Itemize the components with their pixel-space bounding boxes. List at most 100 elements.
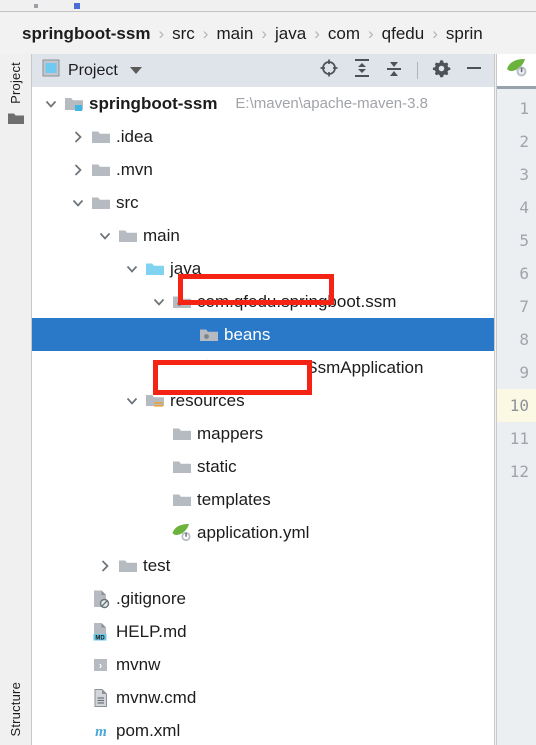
spring-yml-icon <box>172 523 192 543</box>
text-file-icon <box>91 688 111 708</box>
tree-node-label: SpringbootSsmApplication <box>224 357 424 377</box>
tree-node-label: mappers <box>197 423 264 443</box>
tree-row[interactable]: springboot-ssm E:\maven\apache-maven-3.8 <box>32 87 494 120</box>
chrome-marker-a <box>34 4 38 8</box>
line-number: 6 <box>519 264 529 283</box>
tree-node-label: .gitignore <box>116 588 186 608</box>
tree-row[interactable]: com.qfedu.springboot.ssm <box>32 285 494 318</box>
chevron-right-icon[interactable] <box>69 128 87 146</box>
chevron-right-icon[interactable] <box>69 161 87 179</box>
tree-row[interactable]: MD HELP.md <box>32 615 494 648</box>
tree-node-label: springboot-ssm <box>89 93 218 113</box>
line-number: 5 <box>519 231 529 250</box>
folder-icon <box>91 127 111 147</box>
toolbar-actions <box>319 54 494 87</box>
tree-row[interactable]: src <box>32 186 494 219</box>
tree-node-label: test <box>143 555 171 575</box>
tree-node-label: mvnw <box>116 654 161 674</box>
tree-node-label: mvnw.cmd <box>116 687 197 707</box>
chevron-down-icon[interactable] <box>123 392 141 410</box>
hide-minus-icon[interactable] <box>465 59 483 82</box>
line-number: 8 <box>519 330 529 349</box>
svg-text:m: m <box>95 724 107 740</box>
editor-tab[interactable] <box>497 54 536 89</box>
breadcrumb-item[interactable]: com <box>328 24 360 44</box>
tree-row[interactable]: resources <box>32 384 494 417</box>
line-number: 4 <box>519 198 529 217</box>
project-view-icon <box>42 59 60 82</box>
chevron-down-icon[interactable] <box>69 194 87 212</box>
tree-node-label: resources <box>170 390 245 410</box>
folder-icon <box>172 424 192 444</box>
tree-node-label: .idea <box>116 126 153 146</box>
tree-node-label: main <box>143 225 180 245</box>
tree-node-path: E:\maven\apache-maven-3.8 <box>235 95 428 112</box>
line-number: 3 <box>519 165 529 184</box>
line-number-column: 1 2 3 4 5 6 7 8 9 10 11 12 <box>497 92 536 745</box>
tree-row[interactable]: java <box>32 252 494 285</box>
tree-row-selected[interactable]: beans <box>32 318 494 351</box>
collapse-all-icon[interactable] <box>385 58 403 83</box>
shell-script-icon: › <box>91 655 111 675</box>
line-number: 1 <box>519 99 529 118</box>
project-tree[interactable]: springboot-ssm E:\maven\apache-maven-3.8.… <box>32 87 494 745</box>
tree-row[interactable]: templates <box>32 483 494 516</box>
chrome-marker-b <box>74 3 80 9</box>
folder-icon <box>118 556 138 576</box>
sidebar-item-project[interactable]: Project <box>0 54 31 174</box>
tree-row[interactable]: static <box>32 450 494 483</box>
breadcrumb-item[interactable]: main <box>216 24 253 44</box>
chevron-right-icon[interactable] <box>96 557 114 575</box>
source-root-folder-icon <box>145 259 165 279</box>
breadcrumb-separator: › <box>367 23 374 43</box>
project-view-selector[interactable]: Project <box>32 59 142 82</box>
tree-row[interactable]: C SpringbootSsmApplication <box>32 351 494 384</box>
tree-row[interactable]: mvnw.cmd <box>32 681 494 714</box>
toolbar-divider <box>417 62 418 79</box>
folder-icon <box>91 160 111 180</box>
tree-node-label: src <box>116 192 139 212</box>
gitignore-file-icon <box>91 589 111 609</box>
svg-text:MD: MD <box>95 635 105 641</box>
project-panel-title: Project <box>68 61 118 79</box>
chevron-down-icon[interactable] <box>129 67 142 74</box>
line-number: 10 <box>497 389 536 422</box>
breadcrumb[interactable]: springboot-ssm › src › main › java › com › qfedu › s… <box>0 13 536 54</box>
package-icon <box>172 292 192 312</box>
markdown-file-icon: MD <box>91 622 111 642</box>
chevron-down-icon[interactable] <box>96 227 114 245</box>
tree-row[interactable]: › mvnw <box>32 648 494 681</box>
settings-gear-icon[interactable] <box>432 59 451 83</box>
folder-icon <box>91 193 111 213</box>
chevron-down-icon[interactable] <box>42 95 60 113</box>
tree-row[interactable]: test <box>32 549 494 582</box>
tree-row[interactable]: .gitignore <box>32 582 494 615</box>
breadcrumb-separator: › <box>158 23 165 43</box>
breadcrumb-item[interactable]: springboot-ssm <box>22 24 150 44</box>
folder-icon <box>118 226 138 246</box>
breadcrumb-item[interactable]: sprin <box>446 24 483 44</box>
chevron-down-icon[interactable] <box>123 260 141 278</box>
breadcrumb-separator: › <box>432 23 438 43</box>
tree-node-label: HELP.md <box>116 621 187 641</box>
chevron-down-icon[interactable] <box>150 293 168 311</box>
tree-row[interactable]: .idea <box>32 120 494 153</box>
tree-row[interactable]: main <box>32 219 494 252</box>
tree-row[interactable]: mappers <box>32 417 494 450</box>
tree-row[interactable]: application.yml <box>32 516 494 549</box>
resources-root-folder-icon <box>145 391 165 411</box>
breadcrumb-item[interactable]: src <box>172 24 195 44</box>
breadcrumb-item[interactable]: qfedu <box>382 24 425 44</box>
tree-row[interactable]: .mvn <box>32 153 494 186</box>
expand-all-icon[interactable] <box>353 58 371 83</box>
java-class-run-icon: C <box>199 358 219 378</box>
folder-icon <box>172 457 192 477</box>
tree-row[interactable]: m pom.xml <box>32 714 494 745</box>
sidebar-item-structure[interactable]: Structure <box>0 624 31 745</box>
project-panel-toolbar: Project <box>32 54 494 87</box>
breadcrumb-separator: › <box>202 23 209 43</box>
breadcrumb-item[interactable]: java <box>275 24 306 44</box>
editor-gutter: 1 2 3 4 5 6 7 8 9 10 11 12 <box>496 54 536 745</box>
locate-icon[interactable] <box>319 58 339 83</box>
project-tab-label: Project <box>8 62 23 104</box>
